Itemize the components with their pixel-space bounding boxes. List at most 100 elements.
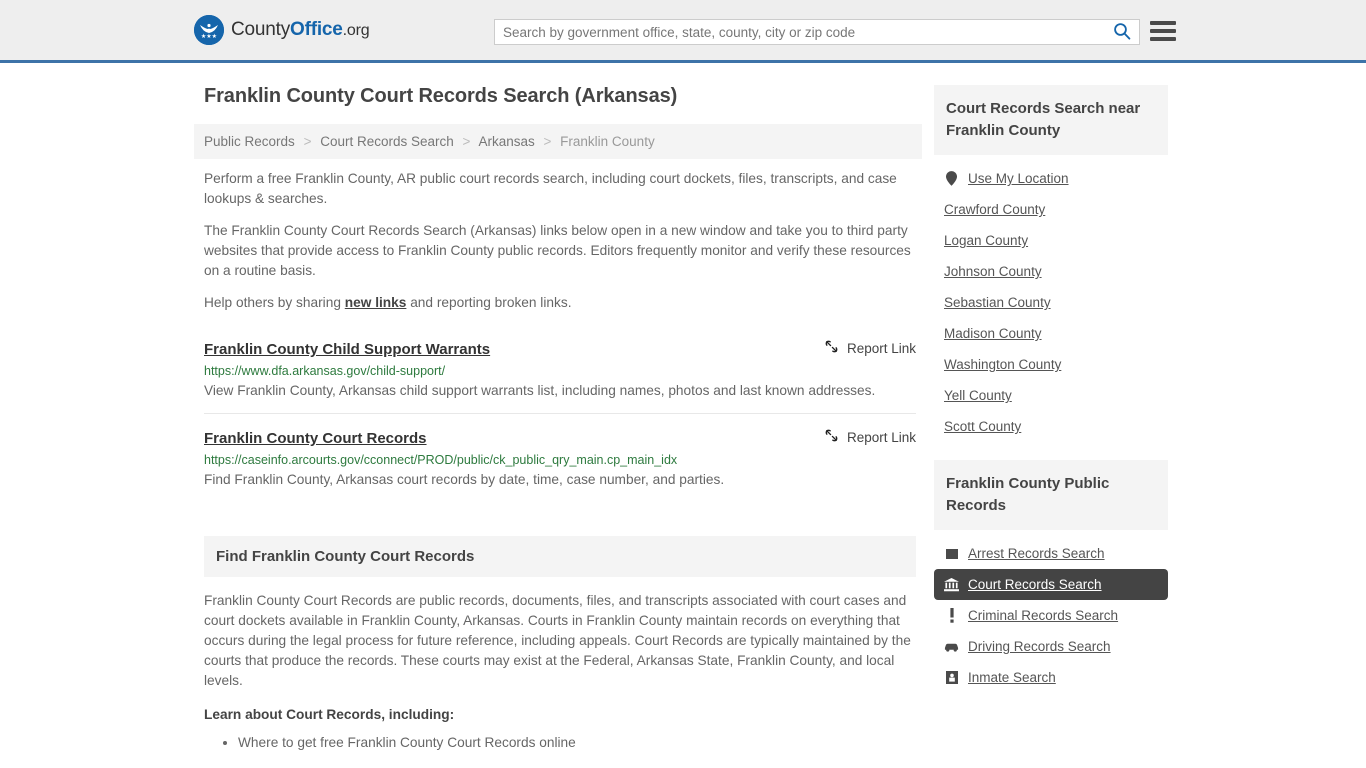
sidebar-item-court-records-search[interactable]: Court Records Search: [934, 569, 1168, 600]
sidebar-item-logan-county[interactable]: Logan County: [934, 225, 1168, 256]
new-links-link[interactable]: new links: [345, 295, 407, 310]
sidebar-item-yell-county[interactable]: Yell County: [934, 380, 1168, 411]
breadcrumb-item-arkansas[interactable]: Arkansas: [478, 134, 534, 149]
sidebar-item-madison-county[interactable]: Madison County: [934, 318, 1168, 349]
jail-building-icon: [944, 670, 959, 685]
sidebar-item-criminal-records-search[interactable]: Criminal Records Search: [934, 600, 1168, 631]
learn-about-heading: Learn about Court Records, including:: [204, 707, 455, 722]
search-input[interactable]: [495, 20, 1105, 44]
share-prefix: Help others by sharing: [204, 295, 345, 310]
result-title-link[interactable]: Franklin County Child Support Warrants: [204, 341, 490, 358]
breadcrumb-item-public-records[interactable]: Public Records: [204, 134, 295, 149]
share-links-paragraph: Help others by sharing new links and rep…: [204, 293, 916, 313]
brand-part-org: .org: [342, 22, 370, 39]
breadcrumb-item-court-records-search[interactable]: Court Records Search: [320, 134, 454, 149]
search-button[interactable]: [1105, 20, 1139, 44]
search-bar[interactable]: [494, 19, 1140, 45]
result-url: https://caseinfo.arcourts.gov/cconnect/P…: [204, 453, 678, 467]
list-item: Where to get free Franklin County Court …: [238, 732, 916, 753]
result-header: Franklin County Court Records Report Lin…: [204, 428, 916, 448]
sidebar: Court Records Search near Franklin Count…: [934, 85, 1168, 711]
square-badge-icon: [944, 546, 959, 561]
courthouse-icon: [944, 577, 959, 592]
breadcrumb-item-franklin-county: Franklin County: [560, 134, 655, 149]
map-pin-icon: [944, 171, 959, 186]
result-header: Franklin County Child Support Warrants R…: [204, 339, 916, 359]
car-icon: [944, 639, 959, 654]
broken-link-icon: [824, 428, 839, 446]
content-container: Franklin County Court Records Search (Ar…: [194, 85, 1172, 753]
sidebar-item-sebastian-county[interactable]: Sebastian County: [934, 287, 1168, 318]
hamburger-menu-icon[interactable]: [1150, 19, 1176, 43]
page-body: Franklin County Court Records Search (Ar…: [0, 63, 1366, 753]
intro-paragraph-1: Perform a free Franklin County, AR publi…: [204, 171, 897, 206]
hamburger-bar: [1150, 37, 1176, 41]
sidebar-item-arrest-records-search[interactable]: Arrest Records Search: [934, 538, 1168, 569]
sidebar-link-label[interactable]: Criminal Records Search: [968, 608, 1118, 623]
sidebar-link-label[interactable]: Washington County: [944, 357, 1061, 372]
report-link-label: Report Link: [846, 429, 916, 445]
search-icon: [1113, 22, 1131, 43]
sidebar-item-use-my-location[interactable]: Use My Location: [934, 163, 1168, 194]
result-url: https://www.dfa.arkansas.gov/child-suppo…: [204, 364, 446, 378]
sidebar-link-label[interactable]: Logan County: [944, 233, 1028, 248]
sidebar-item-washington-county[interactable]: Washington County: [934, 349, 1168, 380]
public-records-widget-header: Franklin County Public Records: [934, 460, 1168, 530]
sidebar-link-label[interactable]: Arrest Records Search: [968, 546, 1105, 561]
public-records-widget-title: Franklin County Public Records: [946, 475, 1110, 514]
share-suffix: and reporting broken links.: [406, 295, 572, 310]
sidebar-link-label[interactable]: Sebastian County: [944, 295, 1051, 310]
section-paragraph: Franklin County Court Records are public…: [204, 593, 911, 688]
sidebar-link-label[interactable]: Use My Location: [968, 171, 1069, 186]
report-link-label: Report Link: [846, 340, 916, 356]
result-item: Franklin County Court Records Report Lin…: [204, 413, 916, 502]
result-description: View Franklin County, Arkansas child sup…: [204, 383, 876, 398]
report-link-button[interactable]: Report Link: [824, 339, 916, 357]
sidebar-item-inmate-search[interactable]: Inmate Search: [934, 662, 1168, 693]
sidebar-link-label[interactable]: Madison County: [944, 326, 1042, 341]
report-link-button[interactable]: Report Link: [824, 428, 916, 446]
page-title: Franklin County Court Records Search (Ar…: [204, 85, 678, 107]
svg-text:★★★: ★★★: [201, 33, 217, 40]
result-item: Franklin County Child Support Warrants R…: [204, 325, 916, 413]
sidebar-link-label[interactable]: Inmate Search: [968, 670, 1056, 685]
breadcrumb-separator: >: [303, 134, 312, 149]
sidebar-link-label[interactable]: Court Records Search: [968, 577, 1102, 592]
broken-link-icon: [824, 339, 839, 357]
result-description: Find Franklin County, Arkansas court rec…: [204, 472, 725, 487]
brand-part-office: Office: [290, 19, 343, 40]
sidebar-link-label[interactable]: Yell County: [944, 388, 1012, 403]
sidebar-link-label[interactable]: Driving Records Search: [968, 639, 1111, 654]
brand-wordmark: CountyOffice.org: [231, 19, 370, 41]
breadcrumb-separator: >: [543, 134, 552, 149]
section-header: Find Franklin County Court Records: [204, 536, 916, 577]
public-records-widget: Franklin County Public Records Arrest Re…: [934, 460, 1168, 693]
nearby-widget-header: Court Records Search near Franklin Count…: [934, 85, 1168, 155]
main-column: Franklin County Court Records Search (Ar…: [194, 85, 922, 753]
intro-text: Perform a free Franklin County, AR publi…: [194, 169, 922, 313]
learn-about-list: Where to get free Franklin County Court …: [204, 732, 916, 753]
brand-part-county: County: [231, 19, 291, 40]
breadcrumb: Public Records > Court Records Search > …: [194, 124, 922, 159]
breadcrumb-separator: >: [462, 134, 471, 149]
site-logo[interactable]: ★★★ CountyOffice.org: [194, 15, 370, 45]
hamburger-bar: [1150, 29, 1176, 33]
section-body: Franklin County Court Records are public…: [204, 591, 916, 753]
site-header: ★★★ CountyOffice.org: [0, 0, 1366, 63]
nearby-searches-widget: Court Records Search near Franklin Count…: [934, 85, 1168, 442]
sidebar-item-johnson-county[interactable]: Johnson County: [934, 256, 1168, 287]
intro-paragraph-2: The Franklin County Court Records Search…: [204, 223, 911, 278]
sidebar-item-driving-records-search[interactable]: Driving Records Search: [934, 631, 1168, 662]
sidebar-item-scott-county[interactable]: Scott County: [934, 411, 1168, 442]
sidebar-item-crawford-county[interactable]: Crawford County: [934, 194, 1168, 225]
nearby-widget-title: Court Records Search near Franklin Count…: [946, 100, 1141, 139]
exclamation-icon: [944, 608, 959, 623]
sidebar-link-label[interactable]: Scott County: [944, 419, 1021, 434]
eagle-seal-logo-icon: ★★★: [194, 15, 224, 45]
sidebar-link-label[interactable]: Crawford County: [944, 202, 1045, 217]
sidebar-link-label[interactable]: Johnson County: [944, 264, 1042, 279]
section-heading: Find Franklin County Court Records: [216, 548, 475, 565]
result-title-link[interactable]: Franklin County Court Records: [204, 430, 427, 447]
hamburger-bar: [1150, 21, 1176, 25]
nearby-widget-list: Use My Location Crawford County Logan Co…: [934, 155, 1168, 442]
